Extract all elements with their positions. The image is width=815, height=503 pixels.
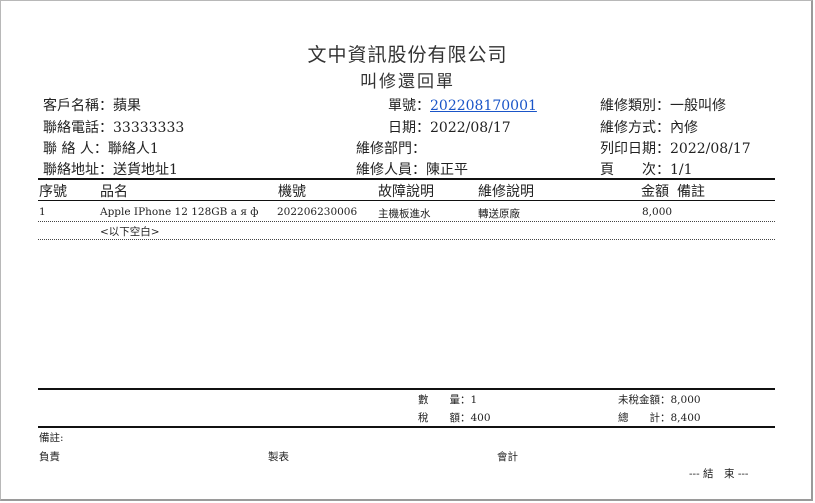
blank-separator <box>38 239 775 240</box>
repair-type-label: 維修類別： <box>600 98 670 114</box>
department-field: 維修部門： <box>356 138 426 158</box>
summary-top-rule <box>38 388 775 390</box>
date-field: 日期：2022/08/17 <box>388 117 511 137</box>
contact-label: 聯 絡 人： <box>43 141 108 157</box>
accounting-label: 會計 <box>497 451 518 463</box>
tax-field: 稅 額：400 <box>418 410 491 425</box>
row-seq: 1 <box>39 206 46 218</box>
table-header-rule <box>38 200 775 201</box>
order-number-link[interactable]: 202208170001 <box>430 98 537 114</box>
contact-value: 聯絡人1 <box>107 141 159 157</box>
responsible-label: 負責 <box>39 451 60 463</box>
repair-type-field: 維修類別：一般叫修 <box>600 95 726 115</box>
column-header-serial: 機號 <box>278 184 306 200</box>
total-label: 總 計： <box>618 412 671 424</box>
contact-field: 聯 絡 人：聯絡人1 <box>43 138 159 158</box>
order-number-label: 單號： <box>388 98 430 114</box>
prepared-label: 製表 <box>268 451 289 463</box>
staff-value: 陳正平 <box>426 162 468 178</box>
column-header-fault: 故障說明 <box>378 184 434 200</box>
page-label: 頁 次： <box>600 162 670 178</box>
pretax-value: 8,000 <box>670 394 701 406</box>
page-field: 頁 次：1/1 <box>600 159 693 179</box>
repair-method-label: 維修方式： <box>600 120 670 136</box>
column-header-repair: 維修說明 <box>478 184 534 200</box>
staff-field: 維修人員：陳正平 <box>356 159 468 179</box>
address-value: 送貨地址1 <box>113 162 178 178</box>
address-label: 聯絡地址： <box>43 162 113 178</box>
customer-field: 客戶名稱：蘋果 <box>43 95 141 115</box>
quantity-value: 1 <box>470 394 478 406</box>
row-separator <box>38 221 775 222</box>
phone-label: 聯絡電話： <box>43 120 113 136</box>
date-label: 日期： <box>388 120 430 136</box>
summary-bottom-rule <box>38 426 775 428</box>
column-header-amount: 金額 <box>641 184 669 200</box>
phone-value: 33333333 <box>113 120 185 136</box>
repair-method-value: 內修 <box>670 120 698 136</box>
print-date-label: 列印日期： <box>600 141 670 157</box>
row-amount: 8,000 <box>642 206 673 218</box>
column-header-product: 品名 <box>100 184 128 200</box>
remarks-label: 備註: <box>39 432 64 444</box>
repair-method-field: 維修方式：內修 <box>600 117 698 137</box>
tax-label: 稅 額： <box>418 412 471 424</box>
phone-field: 聯絡電話：33333333 <box>43 117 184 137</box>
repair-type-value: 一般叫修 <box>670 98 726 114</box>
customer-label: 客戶名稱： <box>43 98 113 114</box>
row-serial: 202206230006 <box>277 206 358 218</box>
total-field: 總 計：8,400 <box>618 410 701 425</box>
quantity-field: 數 量：1 <box>418 392 477 407</box>
pretax-field: 未稅金額：8,000 <box>618 392 701 407</box>
total-value: 8,400 <box>670 412 701 424</box>
tax-value: 400 <box>470 412 491 424</box>
pretax-label: 未稅金額： <box>618 394 671 406</box>
staff-label: 維修人員： <box>356 162 426 178</box>
company-name: 文中資訊股份有限公司 <box>307 44 508 66</box>
end-marker: --- 結 束 --- <box>689 468 749 480</box>
row-product: Apple IPhone 12 128GB a я ф <box>100 206 259 218</box>
table-top-rule <box>38 178 775 180</box>
column-header-remark: 備註 <box>677 184 705 200</box>
quantity-label: 數 量： <box>418 394 471 406</box>
address-field: 聯絡地址：送貨地址1 <box>43 159 178 179</box>
department-label: 維修部門： <box>356 141 426 157</box>
page-value: 1/1 <box>670 162 693 178</box>
customer-value: 蘋果 <box>113 98 141 114</box>
document-title: 叫修還回單 <box>360 72 455 92</box>
print-date-field: 列印日期：2022/08/17 <box>600 138 751 158</box>
blank-note: <以下空白> <box>100 226 160 238</box>
row-fault: 主機板進水 <box>378 208 431 220</box>
row-repair: 轉送原廠 <box>478 208 520 220</box>
column-header-seq: 序號 <box>39 184 67 200</box>
date-value: 2022/08/17 <box>430 120 511 136</box>
order-number-field: 單號：202208170001 <box>388 95 537 115</box>
print-date-value: 2022/08/17 <box>670 141 751 157</box>
